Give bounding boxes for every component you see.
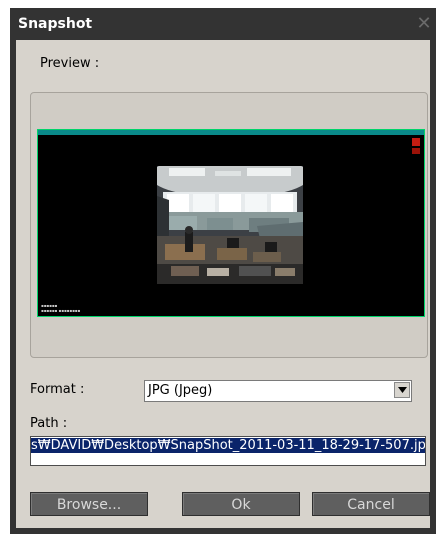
preview-image: ▪▪▪▪▪▪ ▪▪▪▪▪▪ ▪▪▪▪▪▪▪▪ [37, 129, 425, 317]
close-icon[interactable]: ✕ [414, 14, 434, 34]
browse-button[interactable]: Browse... [30, 492, 148, 516]
title-bar[interactable]: Snapshot ✕ [10, 8, 436, 40]
path-input[interactable]: s₩DAVID₩Desktop₩SnapShot_2011-03-11_18-2… [30, 436, 426, 466]
format-selected-value: JPG (Jpeg) [148, 383, 213, 398]
path-label: Path : [30, 416, 68, 431]
cancel-button[interactable]: Cancel [312, 492, 430, 516]
office-camera-image [157, 166, 303, 284]
format-label: Format : [30, 382, 85, 397]
record-indicator-icon [412, 138, 420, 146]
dialog-body: Preview : ▪▪▪▪▪▪ ▪▪▪▪▪▪ ▪▪▪▪▪▪▪▪ Format … [16, 40, 430, 528]
dialog-title: Snapshot [18, 16, 93, 32]
dropdown-arrow-icon[interactable] [394, 382, 410, 398]
camera-frame [157, 166, 303, 284]
snapshot-dialog: Snapshot ✕ Preview : ▪▪▪▪▪▪ ▪▪▪▪▪▪ ▪▪▪▪▪… [10, 8, 436, 534]
preview-panel: ▪▪▪▪▪▪ ▪▪▪▪▪▪ ▪▪▪▪▪▪▪▪ [30, 92, 428, 358]
path-value: s₩DAVID₩Desktop₩SnapShot_2011-03-11_18-2… [31, 438, 425, 453]
preview-label: Preview : [40, 56, 100, 71]
format-select[interactable]: JPG (Jpeg) [144, 380, 412, 402]
ok-button[interactable]: Ok [182, 492, 300, 516]
video-status-strip [38, 130, 424, 135]
alarm-indicator-icon [412, 148, 420, 154]
video-osd-text: ▪▪▪▪▪▪ ▪▪▪▪▪▪ ▪▪▪▪▪▪▪▪ [41, 303, 81, 313]
